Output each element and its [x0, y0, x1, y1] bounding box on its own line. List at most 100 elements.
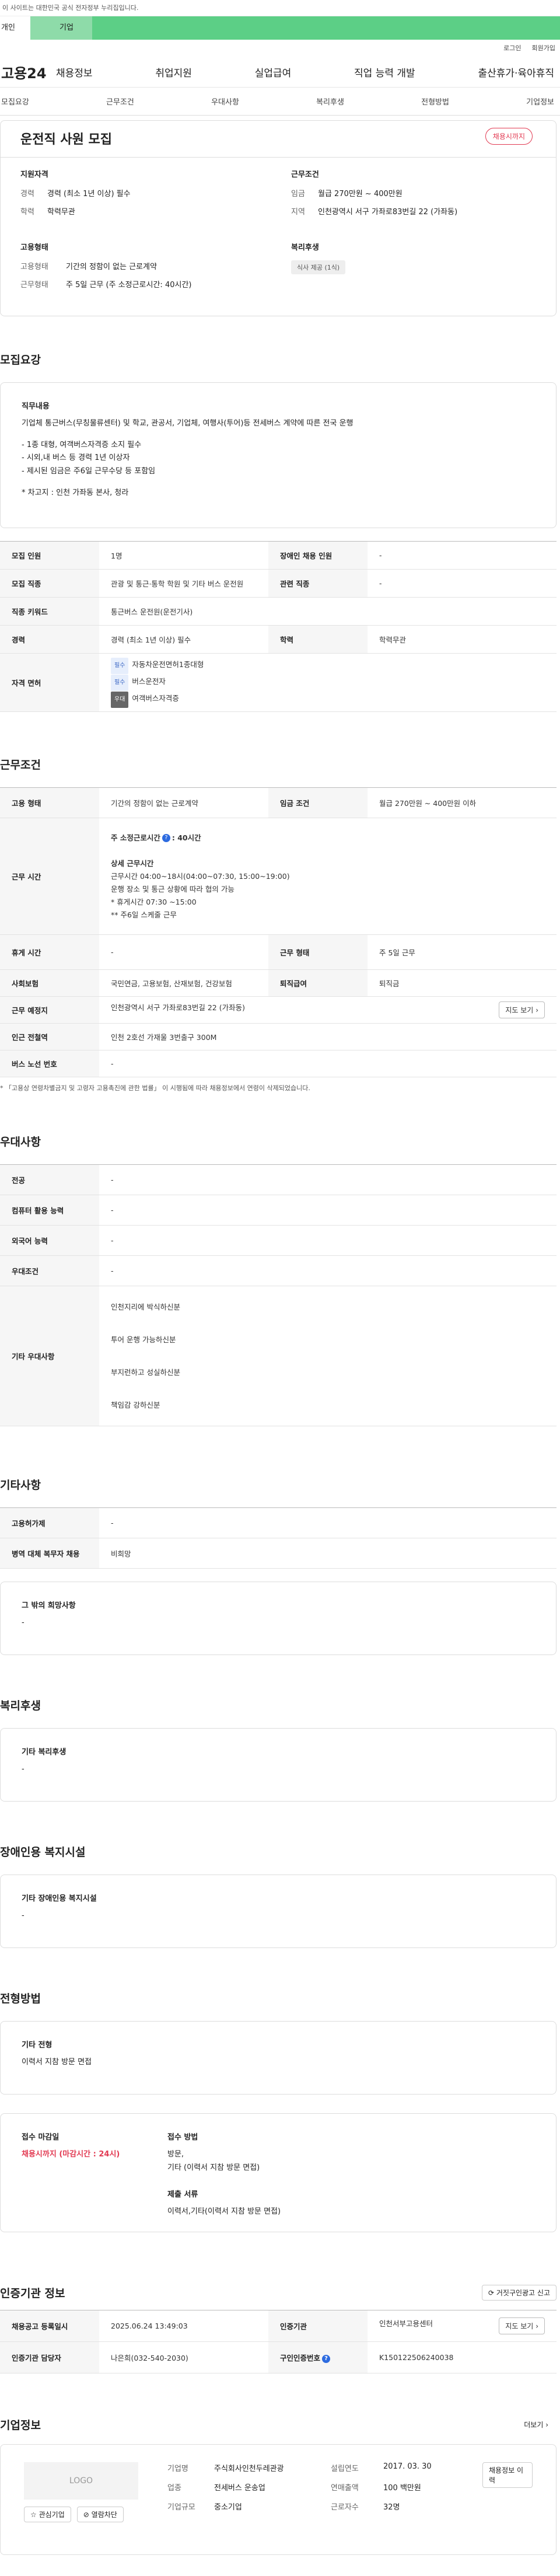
kv-label: 고용형태: [20, 263, 48, 271]
welfare-box-value: -: [22, 1764, 24, 1774]
cell-label: 인증기관 담당자: [0, 2341, 99, 2373]
cell-value: 1명: [99, 541, 268, 570]
kv-label: 경력: [20, 190, 34, 198]
section-title-welfare: 복리후생: [0, 1699, 41, 1712]
company-info-col-2: 설립연도 2017. 03. 30 연매출액 100 백만원 근로자수 32명: [331, 2462, 453, 2537]
company-info-col-1: 기업명 주식회사인천두레관광 업종 전세버스 운송업 기업규모 중소기업: [167, 2462, 302, 2537]
cell-value: -: [99, 1507, 556, 1538]
job-description-box: 직무내용 기업체 통근버스(무칭물류센터) 및 학교, 관공서, 기업체, 여행…: [0, 382, 556, 528]
method-line: 기타 (이력서 지참 방문 면접): [167, 2163, 260, 2172]
job-line: * 차고지 : 인천 가좌동 본사, 청라: [22, 488, 129, 497]
section-title-agency: 인증기관 정보: [0, 2287, 65, 2300]
table-row: 자격 면허 필수 자동차운전면허1종대형 필수 버스운전자 우대 여객버스자격증: [0, 653, 556, 712]
table-row: 직종 키워드 통근버스 운전원(운전기사): [0, 597, 556, 626]
gnb-item-unemployment-benefit[interactable]: 실업급여: [255, 65, 292, 79]
signup-link[interactable]: 회원가입: [532, 40, 555, 57]
condition-block: 근무조건 임금 월급 270만원 ~ 400만원 지역 인천광역시 서구 가좌로83…: [291, 168, 538, 224]
subnav-selection[interactable]: 전형방법: [421, 96, 449, 107]
cell-label: 기타 우대사항: [0, 1286, 99, 1426]
license-name: 버스운전자: [132, 677, 166, 686]
cell-label: 모집 인원: [0, 541, 99, 570]
company-size: 중소기업: [214, 2503, 242, 2512]
gnb-item-vocational-training[interactable]: 직업 능력 개발: [354, 65, 415, 79]
table-row: 고용 형태 기간의 정함이 없는 근로계약 임금 조건 월급 270만원 ~ 4…: [0, 787, 556, 818]
detail-hours-title: 상세 근무시간: [111, 858, 154, 868]
map-button-label: 지도 보기: [505, 1006, 534, 1014]
cell-label: 컴퓨터 활용 능력: [0, 1195, 99, 1226]
refresh-icon: ⟳: [488, 2289, 495, 2297]
subnav-welfare[interactable]: 복리후생: [316, 96, 344, 107]
kv-label: 학력: [20, 208, 34, 217]
agency-cell: 인천서부고용센터 지도 보기 ›: [368, 2310, 556, 2342]
more-link[interactable]: 더보기 ›: [524, 2420, 548, 2430]
section-nav: 모집요강 근무조건 우대사항 복리후생 전형방법 기업정보: [0, 88, 560, 116]
etc-table: 고용허가제 - 병역 대체 복무자 채용 비희망: [0, 1507, 556, 1569]
info-icon[interactable]: ?: [322, 2354, 331, 2363]
kv-label: 근무형태: [20, 281, 48, 289]
site-logo[interactable]: 고용24: [0, 62, 56, 82]
table-row: 사회보험 국민연금, 고용보험, 산재보험, 건강보험 퇴직급여 퇴직금: [0, 969, 556, 997]
section-title-company: 기업정보: [0, 2419, 41, 2432]
cell-label: 우대조건: [0, 1255, 99, 1286]
agency-map-button[interactable]: 지도 보기 ›: [499, 2317, 545, 2334]
gnb-item-jobs[interactable]: 채용정보: [56, 65, 93, 79]
subnav-recruit[interactable]: 모집요강: [1, 96, 29, 107]
gnb-item-employment-support[interactable]: 취업지원: [155, 65, 192, 79]
gov-notice: 이 사이트는 대한민국 공식 전자정부 누리집입니다.: [2, 4, 139, 12]
table-row: 근무 예정지 인천광역시 서구 가좌로83번길 22 (가좌동) 지도 보기 ›: [0, 996, 556, 1024]
job-line: [22, 431, 535, 439]
deadline-block: 접수 마감일 채용시까지 (마감시간 : 24시): [22, 2131, 167, 2214]
info-icon[interactable]: ?: [162, 834, 170, 842]
cell-label: 근무 예정지: [0, 996, 99, 1024]
section-title-etc: 기타사항: [0, 1479, 41, 1492]
agency-table: 채용공고 등록일시 2025.06.24 13:49:03 인증기관 인천서부고…: [0, 2310, 556, 2373]
cell-label: 학력: [268, 625, 368, 654]
cell-value: -: [368, 569, 556, 598]
preference-item: 인천지리에 박식하신분: [111, 1302, 180, 1311]
job-line: 기업체 통근버스(무칭물류센터) 및 학교, 관공서, 기업체, 여행사(투어)…: [22, 418, 354, 428]
detail-line: * 휴게시간 07:30 ~15:00: [111, 897, 197, 906]
selection-box-title: 기타 전형: [22, 2041, 52, 2050]
tab-company[interactable]: 기업: [30, 16, 92, 40]
company-industry: 전세버스 운송업: [214, 2484, 265, 2493]
company-actions: ☆ 관심기업 ⊘ 열람차단: [24, 2507, 138, 2522]
cell-value: 경력 (최소 1년 이상) 필수: [99, 625, 268, 654]
map-button[interactable]: 지도 보기 ›: [499, 1001, 545, 1018]
cell-value: K150122506240038: [368, 2341, 556, 2373]
star-icon: ☆: [30, 2511, 37, 2519]
table-row: 컴퓨터 활용 능력 -: [0, 1195, 556, 1226]
gnb-item-parental-leave[interactable]: 출산휴가·육아휴직: [478, 65, 554, 79]
cell-value: 기간의 정함이 없는 근로계약: [99, 787, 268, 818]
audience-tabs: 개인 기업: [0, 16, 560, 40]
job-history-button[interactable]: 채용정보 이력: [482, 2462, 533, 2488]
employment-type-block: 고용형태 고용형태 기간의 정함이 없는 근로계약 근무형태 주 5일 근무 (주 …: [20, 241, 268, 296]
subnav-preferences[interactable]: 우대사항: [211, 96, 239, 107]
favorite-company-button[interactable]: ☆ 관심기업: [24, 2507, 71, 2522]
qualification-title: 지원자격: [20, 170, 48, 179]
selection-box-value: 이력서 지참 방문 면접: [22, 2057, 92, 2067]
table-row: 모집 직종 관광 및 통근·통학 학원 및 기타 버스 운전원 관련 직종 -: [0, 569, 556, 598]
login-link[interactable]: 로그인: [503, 40, 521, 57]
company-header: 기업정보 더보기 ›: [0, 2417, 560, 2432]
cell-label: 관련 직종: [268, 569, 368, 598]
recruit-table: 모집 인원 1명 장애인 채용 인원 - 모집 직종 관광 및 통근·통학 학원…: [0, 541, 556, 712]
table-row: 고용허가제 -: [0, 1507, 556, 1538]
welfare-tag: 식사 제공 (1식): [291, 260, 346, 274]
license-item: 필수 버스운전자: [111, 674, 545, 691]
report-fake-ad-button[interactable]: ⟳ 거짓구인광고 신고: [481, 2285, 556, 2301]
subnav-work-conditions[interactable]: 근무조건: [106, 96, 134, 107]
kv-value: 인천광역시 서구 가좌로83번길 22 (가좌동): [318, 208, 458, 217]
license-name: 여객버스자격증: [132, 694, 179, 703]
table-row: 채용공고 등록일시 2025.06.24 13:49:03 인증기관 인천서부고…: [0, 2310, 556, 2342]
cell-value: 2025.06.24 13:49:03: [99, 2310, 268, 2342]
work-location: 인천광역시 서구 가좌로83번길 22 (가좌동): [111, 1003, 245, 1012]
global-nav: 고용24 채용정보 취업지원 실업급여 직업 능력 개발 출산휴가·육아휴직: [0, 57, 560, 88]
block-company-button[interactable]: ⊘ 열람차단: [76, 2507, 124, 2522]
cell-label: 경력: [0, 625, 99, 654]
table-row: 외국어 능력 -: [0, 1225, 556, 1256]
gnb-menu: 채용정보 취업지원 실업급여 직업 능력 개발 출산휴가·육아휴직: [56, 65, 560, 79]
tab-personal[interactable]: 개인: [0, 16, 30, 40]
deadline-label: 접수 마감일: [22, 2133, 60, 2142]
subnav-company[interactable]: 기업정보: [526, 96, 554, 107]
preferred-badge: 우대: [111, 692, 129, 708]
